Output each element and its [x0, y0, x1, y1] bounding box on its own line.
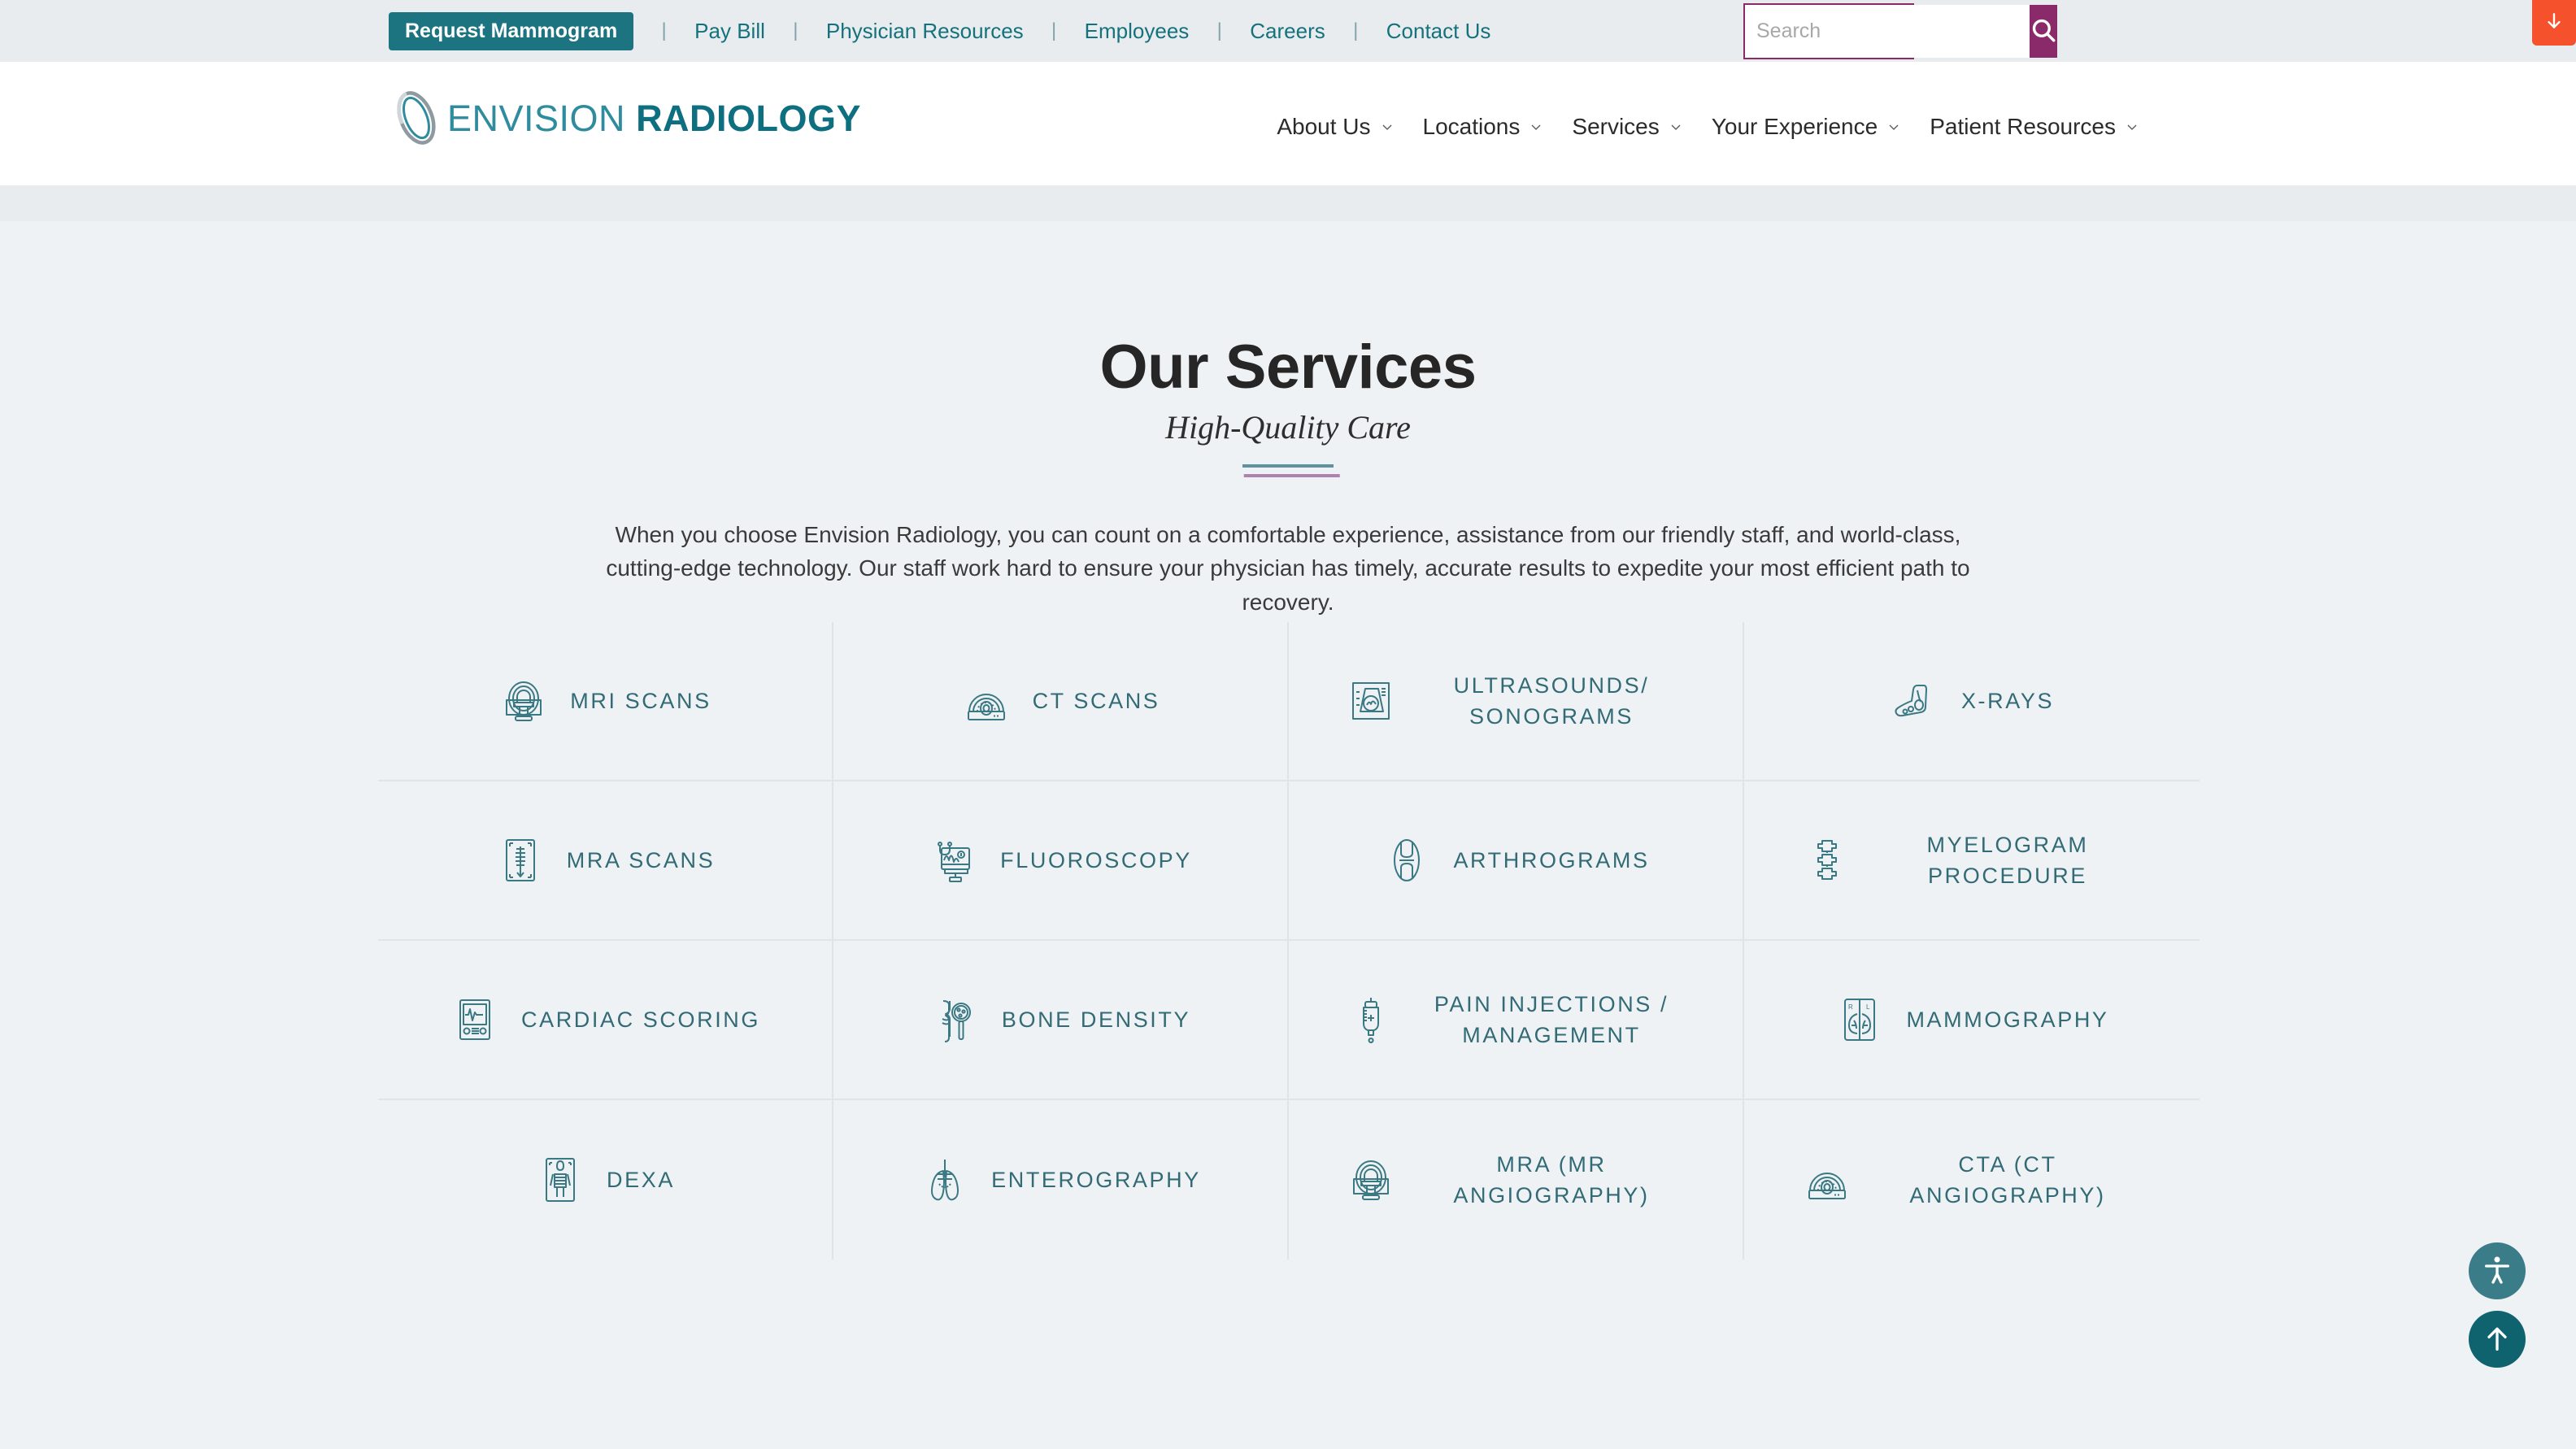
spine-film-icon	[495, 835, 546, 886]
nav-item-services[interactable]: Services	[1557, 114, 1696, 140]
service-card-enterography[interactable]: ENTEROGRAPHY	[833, 1100, 1289, 1260]
nav-item-your-experience[interactable]: Your Experience	[1697, 114, 1915, 140]
utility-link-pay-bill[interactable]: Pay Bill	[694, 19, 765, 44]
download-tab-button[interactable]	[2532, 0, 2576, 46]
search-icon	[2030, 16, 2057, 46]
ultrasound-image-icon	[1346, 676, 1396, 726]
vertebrae-icon	[1802, 835, 1852, 886]
ct-scanner-icon	[961, 676, 1012, 726]
service-card-dexa[interactable]: DEXA	[378, 1100, 833, 1260]
mri-machine-icon	[1346, 1155, 1396, 1205]
service-card-myelogram-procedure[interactable]: MYELOGRAM PROCEDURE	[1744, 781, 2200, 941]
service-card-ct-scans[interactable]: CT SCANS	[833, 622, 1289, 781]
service-label: FLUOROSCOPY	[1000, 847, 1192, 872]
utility-links-group: Request Mammogram | Pay Bill | Physician…	[389, 0, 1490, 62]
chevron-down-icon	[1530, 120, 1543, 133]
hero-section: Our Services High-Quality Care When you …	[0, 221, 2576, 619]
service-card-mri-scans[interactable]: MRI SCANS	[378, 622, 833, 781]
service-label: ARTHROGRAMS	[1453, 847, 1650, 872]
search-button[interactable]	[2030, 5, 2057, 58]
intro-paragraph: When you choose Envision Radiology, you …	[606, 521, 1970, 615]
service-card-fluoroscopy[interactable]: FLUOROSCOPY	[833, 781, 1289, 941]
utility-link-employees[interactable]: Employees	[1085, 19, 1190, 44]
title-rules	[0, 463, 2576, 489]
utility-bar: Request Mammogram | Pay Bill | Physician…	[0, 0, 2576, 62]
svg-text:R: R	[1848, 1003, 1853, 1011]
chevron-down-icon	[1381, 120, 1394, 133]
service-label: BONE DENSITY	[1001, 1007, 1191, 1032]
search-box	[1743, 3, 2057, 59]
main-content: Our Services High-Quality Care When you …	[0, 221, 2576, 1449]
accessibility-button[interactable]	[2469, 1242, 2526, 1299]
service-label: MRI SCANS	[570, 688, 711, 713]
ecg-monitor-icon	[450, 994, 500, 1045]
chevron-down-icon	[1669, 120, 1682, 133]
chevron-down-icon	[1887, 120, 1900, 133]
service-card-ultrasounds-sonograms[interactable]: ULTRASOUNDS/ SONOGRAMS	[1289, 622, 1744, 781]
lungs-icon	[920, 1155, 970, 1205]
service-card-cardiac-scoring[interactable]: CARDIAC SCORING	[378, 941, 833, 1100]
service-label: MAMMOGRAPHY	[1906, 1007, 2109, 1032]
monitor-waveform-icon	[929, 835, 979, 886]
nav-label-about-us: About Us	[1277, 114, 1371, 139]
nav-item-patient-resources[interactable]: Patient Resources	[1915, 114, 2153, 140]
service-card-arthrograms[interactable]: ARTHROGRAMS	[1289, 781, 1744, 941]
arrow-up-icon	[2481, 1322, 2513, 1357]
utility-separator-2: |	[1051, 20, 1057, 41]
nav-label-your-experience: Your Experience	[1711, 114, 1878, 139]
scroll-to-top-button[interactable]	[2469, 1311, 2526, 1368]
nav-label-services: Services	[1572, 114, 1660, 139]
service-label: ULTRASOUNDS/ SONOGRAMS	[1453, 672, 1650, 729]
utility-separator-0: |	[661, 20, 667, 41]
nav-label-locations: Locations	[1422, 114, 1521, 139]
service-card-x-rays[interactable]: X-RAYS	[1744, 622, 2200, 781]
service-card-mra-mr-angiography[interactable]: MRA (MR ANGIOGRAPHY)	[1289, 1100, 1744, 1260]
chevron-down-icon	[2126, 120, 2139, 133]
service-label: CARDIAC SCORING	[520, 1007, 761, 1032]
skeleton-film-icon	[535, 1155, 585, 1205]
rule-purple	[1243, 473, 1340, 477]
service-label: MRA SCANS	[566, 847, 716, 872]
utility-separator-1: |	[793, 20, 798, 41]
rule-teal	[1242, 463, 1334, 468]
foot-bones-icon	[1890, 676, 1940, 726]
utility-separator-3: |	[1216, 20, 1222, 41]
service-label: X-RAYS	[1960, 688, 2055, 713]
utility-link-physician-resources[interactable]: Physician Resources	[826, 19, 1024, 44]
service-card-mammography[interactable]: R L MAMMOGRAPHY	[1744, 941, 2200, 1100]
arrow-down-icon	[2543, 11, 2565, 36]
utility-link-contact-us[interactable]: Contact Us	[1386, 19, 1491, 44]
service-card-cta-ct-angiography[interactable]: CTA (CT ANGIOGRAPHY)	[1744, 1100, 2200, 1260]
nav-item-locations[interactable]: Locations	[1408, 114, 1558, 140]
service-card-mra-scans[interactable]: MRA SCANS	[378, 781, 833, 941]
service-card-bone-density[interactable]: BONE DENSITY	[833, 941, 1289, 1100]
service-label: DEXA	[607, 1167, 675, 1192]
nav-item-about-us[interactable]: About Us	[1262, 114, 1408, 140]
main-navigation: About Us Locations Services Your Experie…	[0, 114, 2576, 140]
utility-separator-4: |	[1353, 20, 1359, 41]
breast-film-icon: R L	[1834, 994, 1885, 1045]
nav-label-patient-resources: Patient Resources	[1930, 114, 2116, 139]
service-label: ENTEROGRAPHY	[991, 1167, 1201, 1192]
service-label: MRA (MR ANGIOGRAPHY)	[1453, 1151, 1650, 1208]
request-mammogram-button[interactable]: Request Mammogram	[389, 11, 634, 50]
svg-text:L: L	[1866, 1003, 1870, 1011]
page-subtitle: High-Quality Care	[1165, 408, 1411, 446]
page-title: Our Services	[1099, 333, 1477, 402]
bone-magnifier-icon	[930, 994, 981, 1045]
service-label: MYELOGRAM PROCEDURE	[1926, 832, 2089, 888]
syringe-drip-icon	[1346, 994, 1396, 1045]
knee-joint-icon	[1382, 835, 1432, 886]
mri-machine-icon	[498, 676, 549, 726]
service-label: CTA (CT ANGIOGRAPHY)	[1909, 1151, 2106, 1208]
section-divider-band	[0, 185, 2576, 221]
services-grid: MRI SCANS CT SCANS ULTRASOUNDS/ SONOGRAM…	[378, 622, 2200, 1260]
service-label: CT SCANS	[1032, 688, 1160, 713]
search-input[interactable]	[1745, 5, 2030, 58]
accessibility-person-icon	[2481, 1254, 2513, 1289]
utility-link-careers[interactable]: Careers	[1250, 19, 1325, 44]
service-label: PAIN INJECTIONS / MANAGEMENT	[1434, 991, 1669, 1047]
ct-scanner-icon	[1802, 1155, 1852, 1205]
service-card-pain-injections-management[interactable]: PAIN INJECTIONS / MANAGEMENT	[1289, 941, 1744, 1100]
